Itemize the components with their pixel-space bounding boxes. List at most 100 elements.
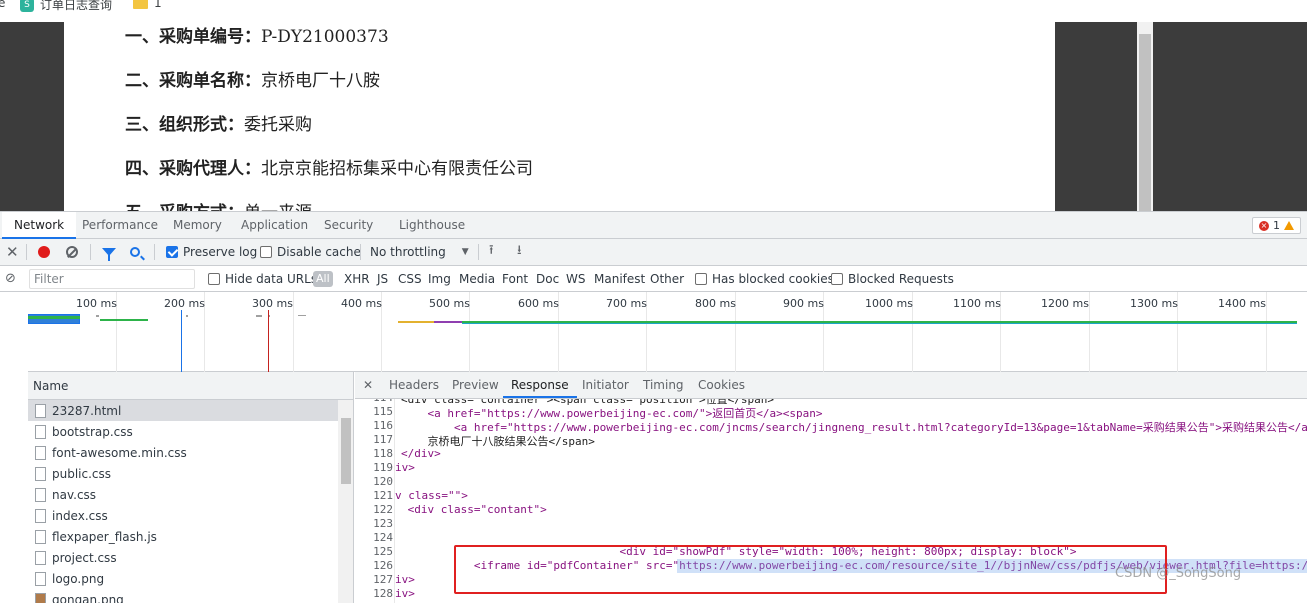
request-list-scrollbar[interactable] <box>338 400 353 603</box>
line-number: 120 <box>373 475 393 488</box>
filter-img[interactable]: Img <box>428 266 451 292</box>
timeline-tick-label: 1200 ms <box>1041 297 1089 310</box>
bookmarks-bar: e S 订单日志查询 1 <box>0 0 1307 15</box>
filter-doc[interactable]: Doc <box>536 266 559 292</box>
timeline-tick-label: 300 ms <box>252 297 293 310</box>
preserve-log-checkbox[interactable]: Preserve log <box>166 239 257 265</box>
tab-lighthouse[interactable]: Lighthouse <box>387 212 477 239</box>
document-icon <box>35 487 46 502</box>
filter-media[interactable]: Media <box>459 266 495 292</box>
timeline-tick-label: 400 ms <box>341 297 382 310</box>
request-row[interactable]: gongan.png <box>28 589 338 603</box>
request-list-scrollbar-thumb[interactable] <box>341 418 351 484</box>
tab-initiator[interactable]: Initiator <box>574 372 637 398</box>
line-number: 124 <box>373 531 393 544</box>
import-har-icon[interactable]: ⭱ <box>489 239 494 265</box>
filter-manifest[interactable]: Manifest <box>594 266 645 292</box>
document-icon <box>35 550 46 565</box>
page-scrollbar[interactable] <box>1137 22 1153 211</box>
tab-performance[interactable]: Performance <box>70 212 170 239</box>
timeline-overview[interactable]: 100 ms 200 ms 300 ms 400 ms 500 ms 600 m… <box>28 292 1307 372</box>
request-row[interactable]: bootstrap.css <box>28 421 338 442</box>
console-error-badge[interactable]: × 1 <box>1252 217 1301 234</box>
checkbox-label: Disable cache <box>277 245 361 259</box>
document-icon <box>35 424 46 439</box>
tab-network[interactable]: Network <box>2 212 77 239</box>
block-icon[interactable]: ⊘ <box>5 266 16 292</box>
code-line: iv> <box>395 573 415 586</box>
filter-input[interactable] <box>29 269 195 289</box>
devtools-tab-bar: Network Performance Memory Application S… <box>0 211 1307 239</box>
toolbar-divider <box>478 244 479 260</box>
bookmark-item-order-log[interactable]: S 订单日志查询 <box>20 0 112 13</box>
close-icon[interactable]: ✕ <box>363 372 373 398</box>
tab-preview[interactable]: Preview <box>444 372 507 398</box>
bookmark-folder-1[interactable]: 1 <box>133 0 162 10</box>
clear-icon <box>66 246 78 258</box>
timeline-tick-label: 1400 ms <box>1218 297 1266 310</box>
record-icon <box>38 246 50 258</box>
filter-css[interactable]: CSS <box>398 266 422 292</box>
timeline-tick-label: 500 ms <box>429 297 470 310</box>
tab-security[interactable]: Security <box>312 212 385 239</box>
bookmark-item-e[interactable]: e <box>0 0 5 10</box>
line-number: 121 <box>373 489 393 502</box>
line-number: 127 <box>373 573 393 586</box>
tab-response[interactable]: Response <box>503 372 577 398</box>
watermark: CSDN @_SongSong <box>1115 566 1242 581</box>
checkbox-icon <box>695 273 707 285</box>
timeline-request-bar <box>100 319 148 321</box>
load-marker <box>268 310 269 372</box>
line-number: 128 <box>373 587 393 600</box>
request-row[interactable]: index.css <box>28 505 338 526</box>
filter-all-button[interactable]: All <box>313 271 333 287</box>
filter-xhr[interactable]: XHR <box>344 266 370 292</box>
request-row[interactable]: project.css <box>28 547 338 568</box>
network-filter-bar: ⊘ Hide data URLs All XHR JS CSS Img Medi… <box>0 266 1307 292</box>
timeline-request-bar <box>462 323 1297 324</box>
tab-timing[interactable]: Timing <box>635 372 692 398</box>
filter-ws[interactable]: WS <box>566 266 585 292</box>
timeline-tick-label: 1000 ms <box>865 297 913 310</box>
line-number: 125 <box>373 545 393 558</box>
throttling-select[interactable]: No throttling ▼ <box>370 239 469 265</box>
request-row[interactable]: logo.png <box>28 568 338 589</box>
filter-js[interactable]: JS <box>377 266 388 292</box>
request-row[interactable]: flexpaper_flash.js <box>28 526 338 547</box>
timeline-tick-label: 100 ms <box>76 297 117 310</box>
blocked-requests-checkbox[interactable]: Blocked Requests <box>831 266 954 292</box>
procurement-agent-line: 四、采购代理人：北京京能招标集采中心有限责任公司 <box>125 159 533 179</box>
timeline-tick-label: 600 ms <box>518 297 559 310</box>
document-icon <box>35 529 46 544</box>
tab-memory[interactable]: Memory <box>161 212 234 239</box>
name-column-header[interactable]: Name <box>28 372 353 400</box>
document-icon <box>35 571 46 586</box>
filter-toggle-button[interactable] <box>102 239 116 265</box>
line-number: 126 <box>373 559 393 572</box>
request-row[interactable]: font-awesome.min.css <box>28 442 338 463</box>
has-blocked-cookies-checkbox[interactable]: Has blocked cookies <box>695 266 834 292</box>
request-row[interactable]: 23287.html <box>28 400 338 421</box>
code-line: <div id="showPdf" style="width: 100%; he… <box>401 545 1077 558</box>
tab-cookies[interactable]: Cookies <box>690 372 753 398</box>
request-row[interactable]: public.css <box>28 463 338 484</box>
hide-data-urls-checkbox[interactable]: Hide data URLs <box>208 266 317 292</box>
record-button[interactable] <box>38 239 50 265</box>
clear-button[interactable] <box>66 239 78 265</box>
checkbox-label: Has blocked cookies <box>712 272 834 286</box>
page-scrollbar-thumb[interactable] <box>1139 34 1151 211</box>
filter-other[interactable]: Other <box>650 266 684 292</box>
tab-application[interactable]: Application <box>229 212 320 239</box>
export-har-icon[interactable]: ⭳ <box>517 239 522 265</box>
request-row[interactable]: nav.css <box>28 484 338 505</box>
search-button[interactable] <box>130 239 140 265</box>
bookmark-label: 1 <box>154 0 162 10</box>
tab-headers[interactable]: Headers <box>381 372 447 398</box>
disable-cache-checkbox[interactable]: Disable cache <box>260 239 361 265</box>
close-drawer-icon[interactable]: ✕ <box>6 239 19 265</box>
timeline-request-bar <box>398 321 434 323</box>
request-name: flexpaper_flash.js <box>52 529 157 544</box>
timeline-gridline <box>293 292 294 372</box>
line-number: 119 <box>373 461 393 474</box>
filter-font[interactable]: Font <box>502 266 528 292</box>
